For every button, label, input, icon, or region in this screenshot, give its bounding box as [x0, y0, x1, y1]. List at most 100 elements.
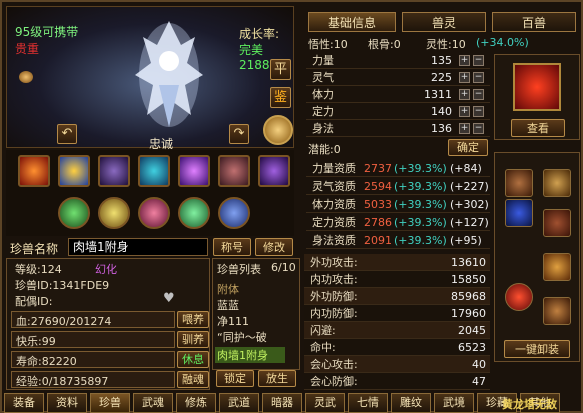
bottom-tab-wujing[interactable]: 武境	[434, 393, 474, 413]
skill-pink-orb-icon[interactable]	[138, 197, 170, 229]
equip-ring-icon[interactable]	[543, 297, 571, 325]
combat-label: 内功攻击:	[310, 273, 358, 286]
combat-row: 会心防御: 47	[304, 373, 490, 390]
combat-value: 13610	[451, 256, 486, 269]
pet-list-item[interactable]: 净111	[217, 313, 249, 329]
combat-label: 外功防御:	[310, 290, 358, 303]
pet-list-item[interactable]: 附体	[217, 281, 239, 297]
minus-button[interactable]: −	[473, 55, 484, 66]
plus-button[interactable]: +	[459, 89, 470, 100]
aptitude-label: 力量资质	[312, 162, 356, 175]
plus-button[interactable]: +	[459, 106, 470, 117]
tab-spirit[interactable]: 兽灵	[402, 12, 486, 32]
aptitude-row: 身法资质 2091 (+39.3%) (+95)	[306, 232, 490, 249]
aptitude-bonus: (+227)	[450, 180, 489, 193]
skill-beast-icon[interactable]	[218, 155, 250, 187]
pet-list-item[interactable]: “同护～破	[217, 329, 267, 345]
equip-gem-icon[interactable]	[505, 199, 533, 227]
combat-value: 6523	[458, 341, 486, 354]
transform-label: 幻化	[95, 263, 117, 276]
bottom-tab-equip[interactable]: 装备	[4, 393, 44, 413]
combat-value: 2045	[458, 324, 486, 337]
aptitude-pct: (+39.3%)	[394, 234, 447, 247]
confirm-button[interactable]: 确定	[448, 139, 488, 156]
plus-button[interactable]: +	[459, 55, 470, 66]
aptitude-label: 灵气资质	[312, 180, 356, 193]
ping-button[interactable]: 平	[270, 59, 291, 80]
attribute-rows: 力量 135 + − 灵气 225 + − 体力 1311 + − 定力 140…	[306, 52, 490, 138]
aptitude-base: 2786	[364, 216, 392, 229]
lock-button[interactable]: 锁定	[216, 370, 254, 387]
combat-label: 命中:	[310, 341, 336, 354]
rotate-left-button[interactable]: ↶	[57, 124, 77, 144]
skill-shadow-icon[interactable]	[98, 155, 130, 187]
attr-value: 225	[431, 71, 452, 84]
attr-value: 1311	[424, 88, 452, 101]
pet-window: 95级可携带 贵重 成长率: 完美2188 忠诚 ↶ ↷ 平 鉴 珍兽名称 肉墙…	[0, 0, 583, 413]
rest-button[interactable]: 休息	[177, 351, 209, 368]
tame-button[interactable]: 驯养	[177, 331, 209, 348]
pet-model-image	[135, 21, 203, 127]
bottom-tab-wudao[interactable]: 武道	[219, 393, 259, 413]
equip-helm-icon[interactable]	[505, 169, 533, 197]
pet-portrait-panel: 95级可携带 贵重 成长率: 完美2188 忠诚 ↶ ↷ 平 鉴	[6, 6, 294, 151]
bottom-tab-pet[interactable]: 珍兽	[90, 393, 130, 413]
view-button[interactable]: 查看	[511, 119, 565, 137]
feed-button[interactable]: 喂养	[177, 311, 209, 328]
pet-level-info: 等级:124	[15, 263, 62, 276]
skill-wave-icon[interactable]	[138, 155, 170, 187]
bottom-tab-anqi[interactable]: 暗器	[262, 393, 302, 413]
hp-bar: 血:27690/201274	[11, 311, 175, 328]
attr-label: 力量	[312, 54, 334, 67]
skill-blue-orb-icon[interactable]	[218, 197, 250, 229]
skill-jade-orb-icon[interactable]	[178, 197, 210, 229]
skill-fire-icon[interactable]	[18, 155, 50, 187]
bottom-tab-qiqing[interactable]: 七情	[348, 393, 388, 413]
minus-button[interactable]: −	[473, 106, 484, 117]
minus-button[interactable]: −	[473, 89, 484, 100]
tab-basic-info[interactable]: 基础信息	[308, 12, 396, 32]
equip-bell-icon[interactable]	[543, 253, 571, 281]
attr-label: 灵气	[312, 71, 334, 84]
skill-thunder-icon[interactable]	[58, 155, 90, 187]
combat-label: 闪避:	[310, 324, 336, 337]
fuse-button[interactable]: 融魂	[177, 371, 209, 388]
bottom-tab-lingwu[interactable]: 灵武	[305, 393, 345, 413]
bottom-tab-wuhun[interactable]: 武魂	[133, 393, 173, 413]
equip-claw-icon[interactable]	[543, 169, 571, 197]
attr-value: 135	[431, 54, 452, 67]
release-button[interactable]: 放生	[258, 370, 296, 387]
watermark: 黄龙塔无敌	[502, 398, 557, 411]
aptitude-panel: 力量资质 2737 (+39.3%) (+84) 灵气资质 2594 (+39.…	[306, 158, 490, 250]
name-input[interactable]: 肉墙1附身	[68, 238, 208, 256]
pet-id: 珍兽ID:1341FDE9	[15, 279, 110, 292]
bottom-tab-diaowen[interactable]: 雕纹	[391, 393, 431, 413]
unequip-all-button[interactable]: 一键卸装	[504, 340, 570, 358]
plus-button[interactable]: +	[459, 72, 470, 83]
minus-button[interactable]: −	[473, 72, 484, 83]
equip-orb-icon[interactable]	[505, 283, 533, 311]
skill-gold-orb-icon[interactable]	[98, 197, 130, 229]
skill-green-orb-icon[interactable]	[58, 197, 90, 229]
gengu: 根骨:0	[368, 38, 401, 51]
plus-button[interactable]: +	[459, 123, 470, 134]
pet-list-item[interactable]: 蓝蓝	[217, 297, 239, 313]
title-button[interactable]: 称号	[213, 238, 251, 256]
aptitude-pct: (+39.3%)	[394, 180, 447, 193]
tab-beasts[interactable]: 百兽	[492, 12, 576, 32]
skill-purple-icon[interactable]	[258, 155, 290, 187]
attr-row: 身法 136 + −	[306, 120, 490, 137]
equip-chain-icon[interactable]	[543, 209, 571, 237]
modify-button[interactable]: 修改	[255, 238, 293, 256]
skill-arcane-icon[interactable]	[178, 155, 210, 187]
growth-label: 成长率:	[239, 27, 280, 41]
bottom-tab-xiulian[interactable]: 修炼	[176, 393, 216, 413]
wuxing: 悟性:10	[308, 38, 348, 51]
combat-value: 47	[472, 375, 486, 388]
bottom-tab-profile[interactable]: 资料	[47, 393, 87, 413]
jian-button[interactable]: 鉴	[270, 87, 291, 108]
pet-list-item-selected[interactable]: 肉墙1附身	[215, 347, 285, 363]
rotate-right-button[interactable]: ↷	[229, 124, 249, 144]
minus-button[interactable]: −	[473, 123, 484, 134]
mate-id: 配偶ID:	[15, 295, 53, 308]
